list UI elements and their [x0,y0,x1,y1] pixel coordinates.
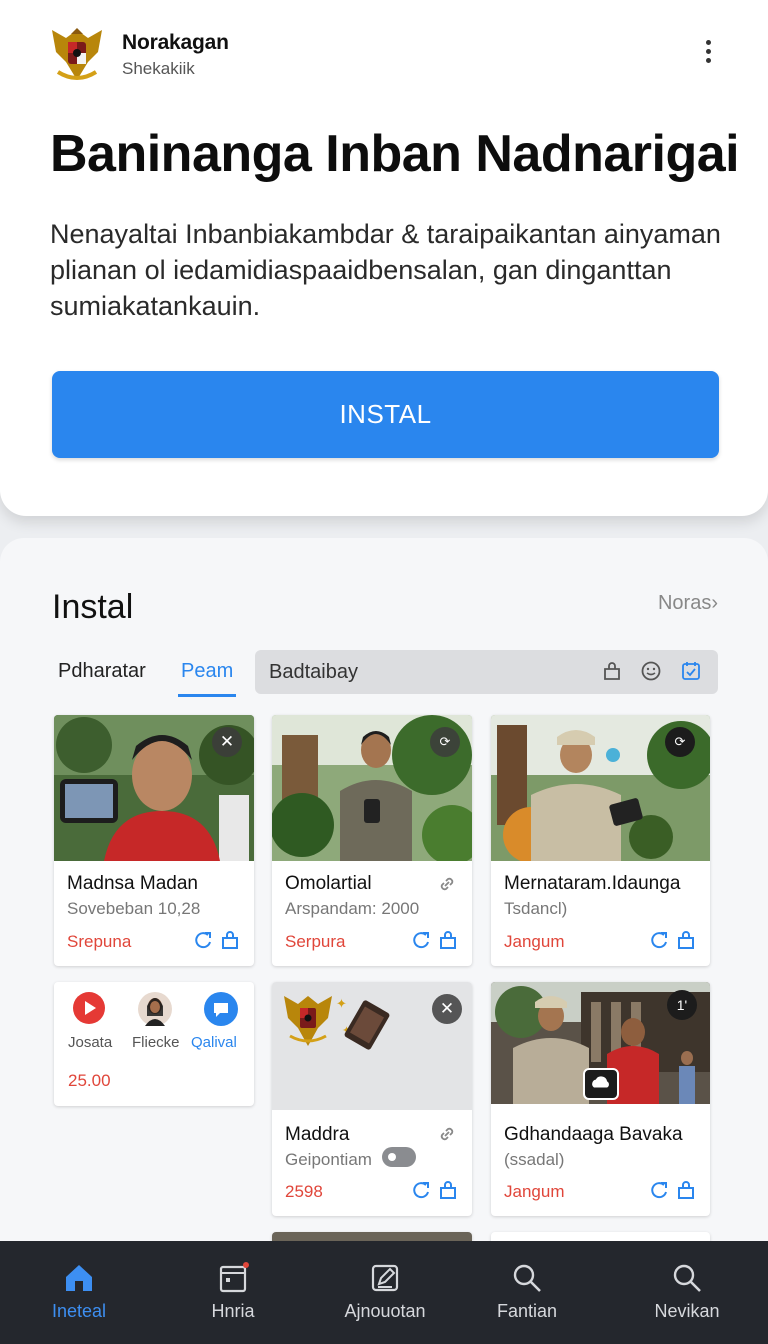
bottom-navigation: Ineteal Hnria Ajnouotan Fantian Nevikan [0,1241,768,1344]
install-button[interactable]: INSTAL [52,371,719,458]
app-header-card: Norakagan Shekakiik Baninanga Inban Nadn… [0,0,768,516]
search-icon [673,1264,701,1292]
toggle-switch[interactable] [382,1147,416,1167]
action-label: Josata [68,1034,113,1051]
filter-bar[interactable]: Badtaibay [255,650,718,694]
refresh-icon[interactable] [650,930,670,950]
app-subtitle: Shekakiik [122,59,195,78]
card-status: 2598 [285,1182,323,1201]
calendar-icon [219,1262,249,1293]
page-title: Baninanga Inban Nadnarigai [50,125,740,183]
see-more-link[interactable]: Noras› [658,592,718,615]
price: 25.00 [68,1071,111,1090]
app-card[interactable]: ⟳ Omolartial Arspandam: 2000 Serpura [272,715,472,966]
close-icon[interactable]: ✕ [432,994,462,1024]
sync-icon[interactable]: ⟳ [665,727,695,757]
bag-icon[interactable] [438,930,458,950]
action-label: Qalival [191,1034,237,1051]
bag-icon[interactable] [676,930,696,950]
card-status: Jangum [504,932,565,951]
tab-peam[interactable]: Peam [177,660,237,697]
quick-actions-card[interactable]: Josata Fliecke Qalival 25.00 [54,982,254,1106]
card-subtitle: Sovebeban 10,28 [67,899,201,918]
emoji-icon[interactable] [640,660,662,682]
refresh-icon[interactable] [412,930,432,950]
edit-icon [371,1264,399,1292]
card-subtitle: (ssadal) [504,1150,565,1169]
section-title: Instal [52,588,134,626]
card-title: Mernataram.Idaunga [504,873,681,894]
nav-item-fantian[interactable]: Fantian [462,1241,592,1344]
bag-icon[interactable] [676,1180,696,1200]
bag-icon[interactable] [438,1180,458,1200]
link-icon[interactable] [436,873,458,895]
bag-icon[interactable] [601,660,623,682]
card-subtitle: Tsdancl) [504,899,568,918]
action-label: Fliecke [132,1034,180,1051]
svg-text:✦: ✦ [336,997,347,1012]
card-status: Srepuna [67,932,132,951]
nav-item-nevikan[interactable]: Nevikan [622,1241,752,1344]
nav-item-home[interactable]: Ineteal [14,1241,144,1344]
app-card[interactable]: ✦ ✦ ✕ Maddra Geipontiam 2598 [272,982,472,1216]
garuda-emblem-logo [52,28,102,80]
app-identity: Norakagan Shekakiik [46,22,229,88]
card-subtitle: Arspandam: 2000 [285,899,420,918]
app-card[interactable]: ✕ Madnsa Madan Sovebeban 10,28 Srepuna [54,715,254,966]
link-icon[interactable] [436,1123,458,1145]
card-status: Jangum [504,1182,565,1201]
home-icon [66,1265,92,1291]
refresh-icon[interactable] [650,1180,670,1200]
sync-icon[interactable]: ⟳ [430,727,460,757]
content-sheet: Instal Noras› Pdharatar Peam Badtaibay ✕… [0,538,768,1344]
avatar[interactable] [138,992,172,1026]
tab-pdharatar[interactable]: Pdharatar [58,660,146,683]
chat-icon[interactable] [204,992,238,1026]
card-title: Maddra [285,1124,350,1145]
play-icon[interactable] [73,992,105,1024]
bag-icon[interactable] [220,930,240,950]
refresh-icon[interactable] [412,1180,432,1200]
app-card[interactable]: ⟳ Mernataram.Idaunga Tsdancl) Jangum [491,715,710,966]
close-icon[interactable]: ✕ [212,727,242,757]
app-card[interactable]: 1' Gdhandaaga Bavaka (ssadal) Jangum [491,982,710,1216]
card-status: Serpura [285,932,346,951]
page-description: Nenayaltai Inbanbiakambdar & taraipaikan… [50,219,721,321]
badge-counter: 1' [667,990,697,1020]
more-options-icon[interactable] [698,40,718,66]
card-title: Madnsa Madan [67,873,198,894]
nav-item-hnria[interactable]: Hnria [168,1241,298,1344]
card-title: Gdhandaaga Bavaka [504,1124,683,1145]
app-name: Norakagan [122,31,229,54]
search-icon [513,1264,541,1292]
card-title: Omolartial [285,873,372,894]
calendar-check-icon[interactable] [680,660,702,682]
card-subtitle: Geipontiam [285,1150,372,1169]
nav-item-ajnouotan[interactable]: Ajnouotan [320,1241,450,1344]
refresh-icon[interactable] [194,930,214,950]
filter-value: Badtaibay [269,661,358,683]
cloud-icon[interactable] [583,1068,619,1100]
